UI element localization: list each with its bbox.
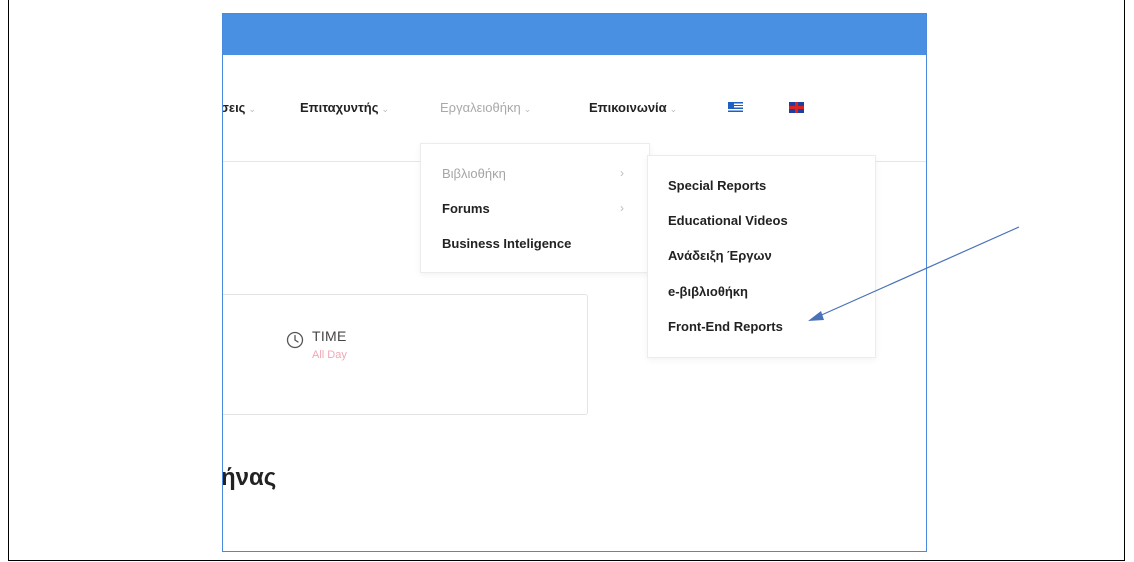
greek-flag-icon[interactable] xyxy=(728,102,743,113)
submenu-item-educational-videos[interactable]: Educational Videos xyxy=(668,213,788,228)
menu-item-label: Βιβλιοθήκη xyxy=(442,166,506,181)
top-bar xyxy=(223,14,926,55)
library-submenu: Special Reports Educational Videos Ανάδε… xyxy=(647,155,876,358)
section-heading: ήνας xyxy=(222,464,277,491)
submenu-item-label: Ανάδειξη Έργων xyxy=(668,248,772,263)
chevron-down-icon: ⌄ xyxy=(669,104,678,114)
chevron-right-icon: › xyxy=(620,201,624,215)
menu-item-library[interactable]: Βιβλιοθήκη xyxy=(442,166,506,181)
submenu-item-project-showcase[interactable]: Ανάδειξη Έργων xyxy=(668,248,772,263)
nav-item-label: Εργαλειοθήκη xyxy=(440,100,521,115)
menu-item-label: Forums xyxy=(442,201,490,216)
submenu-item-label: Educational Videos xyxy=(668,213,788,228)
submenu-item-label: Front-End Reports xyxy=(668,319,783,334)
menu-item-business-intelligence[interactable]: Business Inteligence xyxy=(442,236,571,251)
event-time-card: TIME All Day xyxy=(223,294,588,415)
submenu-item-label: e-βιβλιοθήκη xyxy=(668,284,748,299)
submenu-item-label: Special Reports xyxy=(668,178,767,193)
submenu-item-front-end-reports[interactable]: Front-End Reports xyxy=(668,319,783,334)
menu-item-forums[interactable]: Forums xyxy=(442,201,490,216)
submenu-item-e-library[interactable]: e-βιβλιοθήκη xyxy=(668,284,748,299)
nav-item-contact[interactable]: Επικοινωνία ⌄ xyxy=(589,100,677,115)
chevron-right-icon: › xyxy=(620,166,624,180)
nav-item-toolbox[interactable]: Εργαλειοθήκη ⌄ xyxy=(440,100,531,115)
nav-item-label: Επιταχυντής xyxy=(300,100,379,115)
chevron-down-icon: ⌄ xyxy=(523,104,532,114)
uk-flag-icon[interactable] xyxy=(789,102,804,113)
nav-item-partial[interactable]: σεις ⌄ xyxy=(222,100,256,115)
clock-icon xyxy=(286,331,304,349)
nav-item-accelerator[interactable]: Επιταχυντής ⌄ xyxy=(300,100,389,115)
submenu-item-special-reports[interactable]: Special Reports xyxy=(668,178,766,193)
time-label: TIME xyxy=(312,328,347,344)
toolbox-dropdown: Βιβλιοθήκη › Forums › Business Inteligen… xyxy=(420,143,650,273)
chevron-down-icon: ⌄ xyxy=(248,104,256,114)
nav-item-label: σεις xyxy=(222,100,246,115)
website-screenshot: σεις ⌄ Επιταχυντής ⌄ Εργαλειοθήκη ⌄ Επικοιν… xyxy=(222,13,927,552)
menu-item-label: Business Inteligence xyxy=(442,236,572,251)
nav-item-label: Επικοινωνία xyxy=(589,100,667,115)
time-value: All Day xyxy=(312,349,347,361)
chevron-down-icon: ⌄ xyxy=(381,104,389,114)
